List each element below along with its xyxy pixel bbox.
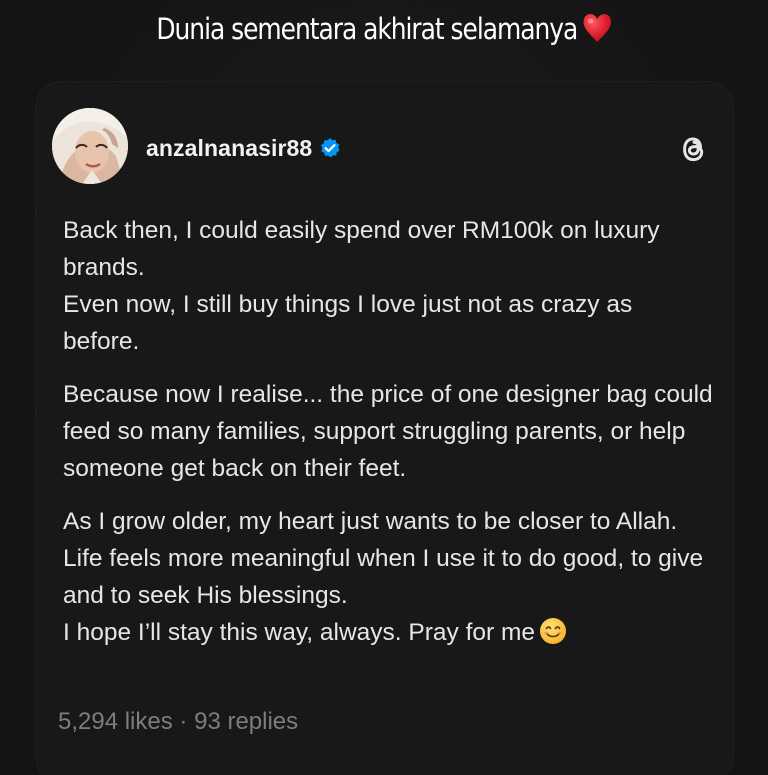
threads-logo-icon[interactable] [674, 130, 712, 168]
post-paragraph: Because now I realise... the price of on… [63, 381, 713, 482]
verified-badge-icon [321, 138, 340, 158]
post-paragraph: Even now, I still buy things I love just… [63, 291, 633, 355]
post-paragraph: As I grow older, my heart just wants to … [63, 508, 678, 535]
stats-separator: · [179, 708, 188, 735]
avatar-image [52, 108, 128, 184]
likes-count[interactable]: 5,294 likes [58, 708, 173, 735]
post-paragraph: Back then, I could easily spend over RM1… [63, 217, 660, 281]
username[interactable]: anzalnanasir88 [146, 135, 312, 162]
story-caption-text: Dunia sementara akhirat selamanya [156, 12, 578, 46]
post-text: Back then, I could easily spend over RM1… [63, 212, 713, 651]
post-paragraph: Life feels more meaningful when I use it… [63, 545, 704, 609]
story-caption: Dunia sementara akhirat selamanya [54, 12, 714, 46]
replies-count[interactable]: 93 replies [194, 708, 298, 735]
post-stats: 5,294 likes · 93 replies [58, 708, 298, 736]
avatar[interactable] [52, 108, 128, 184]
red-heart-emoji [583, 14, 611, 42]
post-paragraph-last: I hope I’ll stay this way, always. Pray … [63, 614, 713, 651]
post-paragraph-last-text: I hope I’ll stay this way, always. Pray … [63, 619, 536, 646]
story-screen: Dunia sementara akhirat selamanya anzaln… [0, 0, 768, 775]
post-header: anzalnanasir88 [146, 133, 341, 163]
smiling-face-emoji [540, 618, 567, 644]
